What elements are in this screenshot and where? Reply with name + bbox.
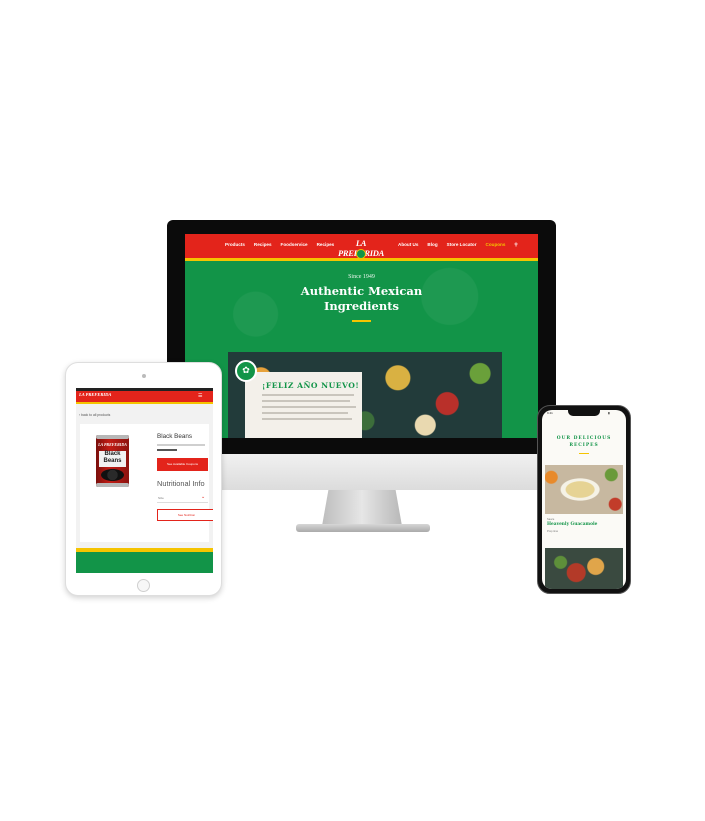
tablet-nav-strip (76, 402, 213, 404)
nav-right-group: About Us Blog Store Locator Coupons ⚲ (398, 242, 518, 248)
tablet-screen: LA PREFERIDA ☰ ‹ back to all products LA… (76, 388, 213, 573)
phone-notch (568, 410, 600, 416)
nav-link-store-locator[interactable]: Store Locator (447, 242, 477, 248)
tablet-camera (142, 374, 146, 378)
logo-badge-icon (356, 249, 366, 259)
desktop-monitor: Products Recipes Foodservice Recipes LA … (167, 220, 556, 454)
recipe-title[interactable]: Heavenly Guacamole (547, 522, 597, 527)
battery-icon: ▮ (608, 411, 610, 415)
nav-link-products[interactable]: Products (225, 242, 245, 247)
nav-link-recipes-2[interactable]: Recipes (317, 242, 335, 247)
promo-card-title: ¡FELIZ AÑO NUEVO! (262, 381, 360, 390)
recipes-heading-rule (579, 453, 589, 454)
size-select-value: Size (158, 496, 164, 500)
nav-left-group: Products Recipes Foodservice Recipes (225, 242, 334, 247)
tablet-device: LA PREFERIDA ☰ ‹ back to all products LA… (65, 362, 222, 596)
nutrition-heading: Nutritional Info (157, 479, 205, 488)
recipe-category: Sauce (547, 518, 555, 521)
size-select[interactable]: Size ⌄ (157, 494, 208, 503)
back-to-products-link[interactable]: ‹ back to all products (79, 413, 110, 417)
hero-since-text: Since 1949 (348, 274, 375, 280)
home-button[interactable] (137, 579, 150, 592)
black-beans-can-image: LA PREFERIDA Black Beans (96, 435, 129, 487)
monitor-base (296, 524, 430, 532)
promo-card-body (262, 394, 358, 424)
desktop-screen: Products Recipes Foodservice Recipes LA … (185, 234, 538, 438)
leaf-icon: ✿ (235, 360, 257, 382)
recipes-heading: OUR DELICIOUS RECIPES (556, 436, 612, 448)
chevron-down-icon: ⌄ (201, 494, 206, 500)
can-label: Black Beans (99, 451, 126, 467)
monitor-stand (322, 490, 402, 526)
product-description (157, 444, 205, 446)
second-recipe-photo[interactable] (545, 548, 623, 589)
brand-logo[interactable]: LA PREFERIDA (337, 238, 385, 264)
nav-link-coupons[interactable]: Coupons (486, 242, 506, 248)
phone-device: 9:41 ▮ OUR DELICIOUS RECIPES Sauce Heave… (537, 405, 631, 594)
nav-link-about[interactable]: About Us (398, 242, 418, 248)
hero-title: Authentic Mexican Ingredients (300, 284, 423, 313)
coupons-button[interactable]: See Available Coupons (157, 458, 208, 471)
tablet-footer (76, 552, 213, 573)
menu-icon[interactable]: ☰ (198, 394, 202, 399)
phone-screen: 9:41 ▮ OUR DELICIOUS RECIPES Sauce Heave… (542, 410, 626, 589)
search-icon[interactable]: ⚲ (514, 242, 517, 248)
tablet-logo[interactable]: LA PREFERIDA (79, 392, 111, 397)
monitor-chin (167, 454, 556, 490)
guacamole-photo[interactable] (545, 465, 623, 514)
can-brand: LA PREFERIDA (98, 442, 127, 447)
product-title: Black Beans (157, 433, 193, 440)
see-nutrition-button[interactable]: See Nutrition (157, 509, 213, 521)
recipe-meta: Prep time (547, 530, 559, 533)
product-size (157, 449, 177, 451)
nav-link-foodservice[interactable]: Foodservice (281, 242, 308, 247)
nav-link-blog[interactable]: Blog (427, 242, 437, 248)
hero-title-rule (352, 320, 371, 322)
nav-link-recipes[interactable]: Recipes (254, 242, 272, 247)
phone-time: 9:41 (547, 411, 553, 415)
